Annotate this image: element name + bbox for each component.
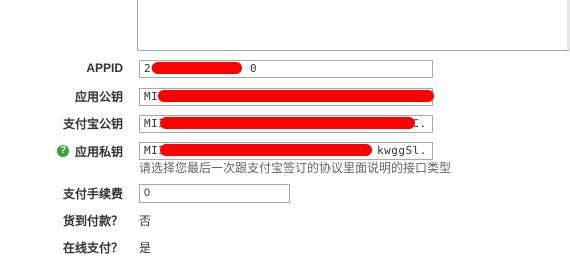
fee-label: 支付手续费 bbox=[62, 187, 123, 201]
private-key-help-text: 请选择您最后一次跟支付宝签订的协议里面说明的接口类型 bbox=[139, 161, 452, 175]
appid-value-tail: 0 bbox=[250, 62, 258, 75]
fee-value: 0 bbox=[144, 187, 151, 199]
online-payment-label: 在线支付？ bbox=[62, 241, 123, 255]
app-private-key-label: 应用私钥 bbox=[74, 145, 123, 159]
online-payment-value: 是 bbox=[139, 241, 152, 255]
textarea-field[interactable] bbox=[137, 0, 569, 51]
alipay-public-key-label: 支付宝公钥 bbox=[62, 117, 123, 131]
app-public-key-label: 应用公钥 bbox=[74, 90, 123, 104]
appid-label: APPID bbox=[86, 61, 123, 75]
redaction-mark bbox=[158, 90, 434, 102]
pay-on-delivery-value: 否 bbox=[139, 214, 152, 228]
pay-on-delivery-label: 货到付款？ bbox=[62, 214, 123, 228]
fee-input[interactable]: 0 bbox=[139, 184, 290, 203]
redaction-mark bbox=[152, 62, 242, 74]
app-private-key-value-tail: kwggSl. bbox=[377, 144, 427, 157]
redaction-mark bbox=[160, 117, 415, 129]
redaction-mark bbox=[160, 144, 372, 156]
